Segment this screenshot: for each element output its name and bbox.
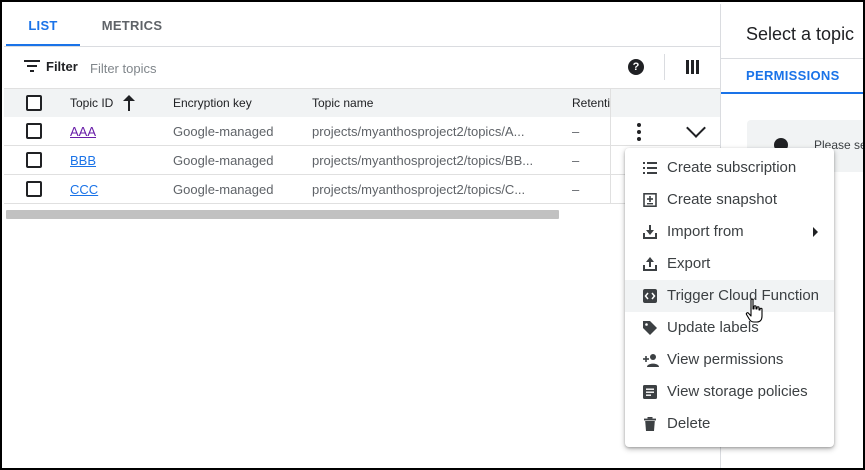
document-icon [643,385,657,399]
code-icon [643,289,657,303]
select-all-checkbox[interactable] [26,95,42,111]
app-frame: LIST METRICS Filter ? Topic ID Encryptio… [0,0,865,470]
menu-item-label: Create snapshot [667,191,778,208]
column-display-options-icon[interactable] [686,60,700,74]
row-actions [610,117,720,145]
row-checkbox[interactable] [26,152,42,168]
chevron-down-icon[interactable] [686,118,706,138]
tabs-divider [4,46,720,47]
menu-item-export[interactable]: Export [625,248,834,280]
menu-item-view-storage-policies[interactable]: View storage policies [625,376,834,408]
topic-actions-menu: Create subscription Create snapshot Impo… [625,148,834,447]
filter-label[interactable]: Filter [46,59,78,74]
trash-icon [644,417,656,431]
menu-item-label: View permissions [667,351,784,368]
more-vert-icon[interactable] [637,123,641,141]
filter-icon[interactable] [24,60,40,74]
filter-input[interactable] [88,56,588,80]
retention-cell: – [572,124,580,139]
topic-id-link[interactable]: AAA [70,124,96,139]
export-icon [643,257,657,271]
menu-item-create-subscription[interactable]: Create subscription [625,152,834,184]
help-icon[interactable]: ? [628,59,644,75]
sort-ascending-arrow-icon[interactable] [122,95,136,111]
menu-item-label: Trigger Cloud Function [667,287,820,304]
topic-name-cell: projects/myanthosproject2/topics/A... [312,124,525,139]
actions-column-header [610,89,720,117]
encryption-key-cell: Google-managed [173,182,274,197]
retention-cell: – [572,153,580,168]
topic-name-cell: projects/myanthosproject2/topics/BB... [312,153,534,168]
toolbar-divider [664,54,665,80]
person-add-icon [643,354,659,367]
table-row: AAA Google-managed projects/myanthosproj… [4,117,720,146]
menu-item-label: Create subscription [667,159,797,176]
column-header-retention[interactable]: Retenti [572,96,610,110]
column-header-topic-name[interactable]: Topic name [312,96,373,110]
label-icon [643,321,657,335]
menu-item-view-permissions[interactable]: View permissions [625,344,834,376]
import-icon [643,225,657,239]
menu-item-trigger-cloud-function[interactable]: Trigger Cloud Function [625,280,834,312]
info-panel-divider [721,58,863,59]
submenu-arrow-icon [813,227,818,237]
encryption-key-cell: Google-managed [173,124,274,139]
menu-item-label: View storage policies [667,383,808,400]
menu-item-delete[interactable]: Delete [625,408,834,440]
info-panel-title: Select a topic [746,24,855,44]
horizontal-scrollbar[interactable] [6,210,559,219]
row-checkbox[interactable] [26,181,42,197]
menu-item-update-labels[interactable]: Update labels [625,312,834,344]
retention-cell: – [572,182,580,197]
table-row: BBB Google-managed projects/myanthosproj… [4,146,720,175]
snapshot-icon [643,193,657,207]
hand-pointer-cursor-icon [745,298,763,323]
topic-name-cell: projects/myanthosproject2/topics/C... [312,182,526,197]
menu-item-label: Export [667,255,711,272]
tab-list[interactable]: LIST [6,10,80,46]
tab-metrics[interactable]: METRICS [90,10,174,46]
column-header-topic-id[interactable]: Topic ID [70,96,113,110]
row-checkbox[interactable] [26,123,42,139]
encryption-key-cell: Google-managed [173,153,274,168]
filter-toolbar: Filter ? [4,48,720,88]
menu-item-label: Import from [667,223,744,240]
topic-id-link[interactable]: CCC [70,182,98,197]
topic-id-link[interactable]: BBB [70,153,96,168]
table-row: CCC Google-managed projects/myanthosproj… [4,175,720,204]
list-icon [643,162,657,174]
column-header-encryption-key[interactable]: Encryption key [173,96,252,110]
main-tabs: LIST METRICS [6,10,720,46]
table-header-row: Topic ID Encryption key Topic name Reten… [4,88,720,118]
tab-permissions-underline [721,92,863,94]
menu-item-label: Delete [667,415,711,432]
menu-item-import-from[interactable]: Import from [625,216,834,248]
menu-item-create-snapshot[interactable]: Create snapshot [625,184,834,216]
tab-permissions[interactable]: PERMISSIONS [746,68,840,83]
